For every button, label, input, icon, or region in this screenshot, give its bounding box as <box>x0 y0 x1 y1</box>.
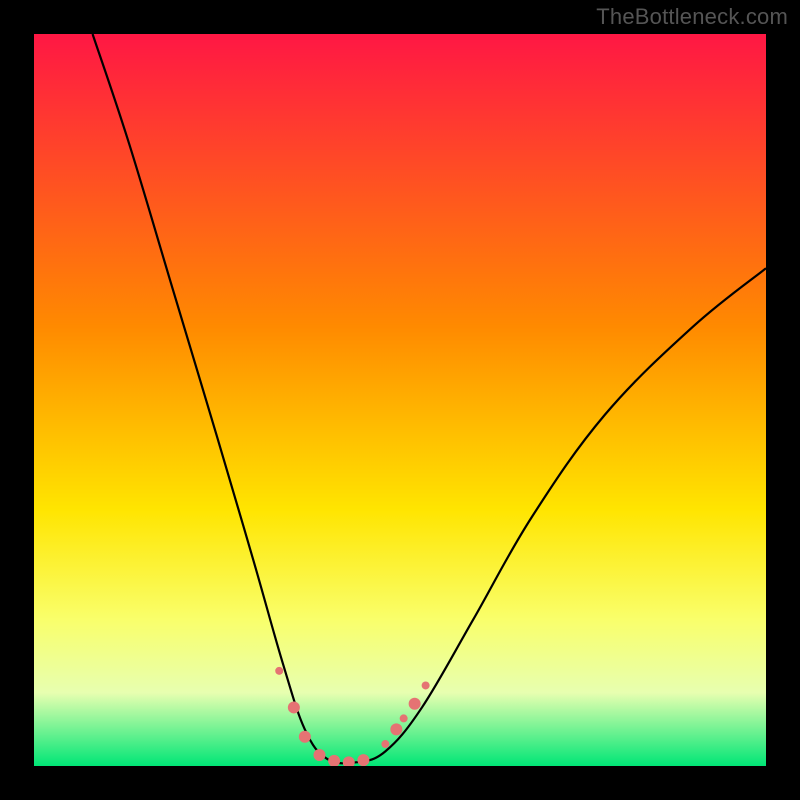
data-marker <box>357 754 369 766</box>
plot-area <box>34 34 766 766</box>
gradient-background <box>34 34 766 766</box>
data-marker <box>409 698 421 710</box>
chart-container: TheBottleneck.com <box>0 0 800 800</box>
data-marker <box>313 749 325 761</box>
data-marker <box>381 740 389 748</box>
data-marker <box>275 667 283 675</box>
data-marker <box>390 723 402 735</box>
data-marker <box>400 714 408 722</box>
data-marker <box>422 681 430 689</box>
watermark-text: TheBottleneck.com <box>596 4 788 30</box>
data-marker <box>288 701 300 713</box>
data-marker <box>299 731 311 743</box>
chart-svg <box>34 34 766 766</box>
